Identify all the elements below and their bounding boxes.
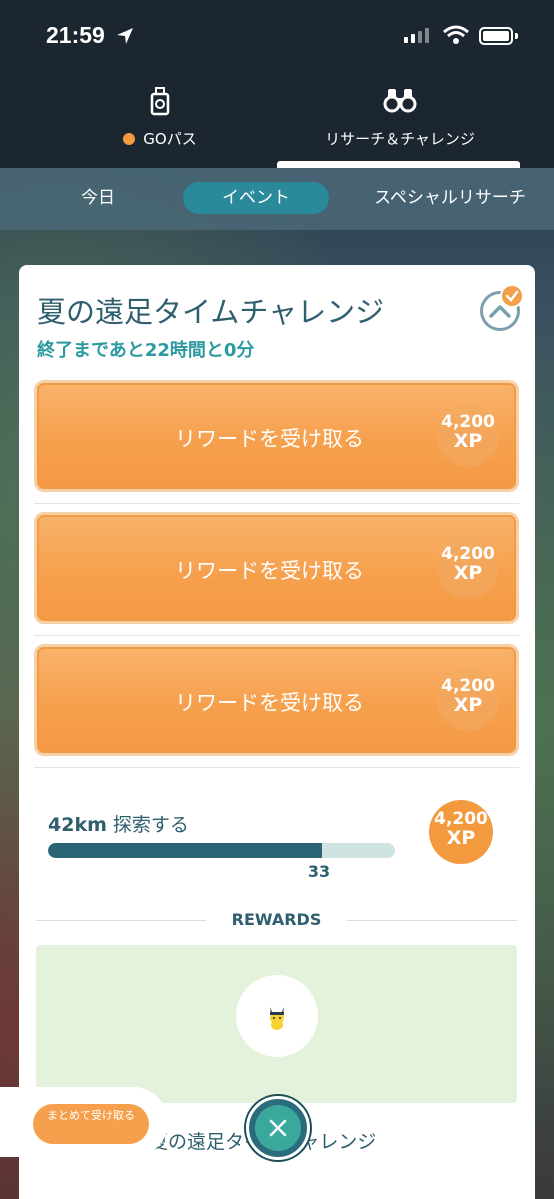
divider [34, 635, 519, 636]
tab-research-label: リサーチ＆チャレンジ [325, 130, 475, 148]
notification-dot [123, 132, 136, 145]
subtab-event[interactable]: イベント [183, 182, 329, 214]
top-bar: 21:59 GOパス リサーチ＆チャレンジ [0, 0, 554, 168]
claim-reward-button[interactable]: リワードを受け取る 4,200 XP [34, 512, 519, 624]
xp-reward-badge: 4,200 XP [437, 405, 499, 467]
claim-reward-button[interactable]: リワードを受け取る 4,200 XP [34, 644, 519, 756]
xp-reward-badge: 4,200 XP [437, 669, 499, 731]
challenge-card: 夏の遠足タイムチャレンジ 終了まであと22時間と0分 リワードを受け取る 4,2… [19, 265, 535, 1177]
sub-tab-bar: 今日 イベント スペシャルリサーチ [0, 168, 554, 230]
reward-item[interactable] [236, 975, 318, 1057]
task-label: 探索する [112, 814, 189, 836]
task-progress-bar [48, 843, 395, 858]
subtab-today[interactable]: 今日 [50, 182, 146, 214]
task-xp-badge: 4,200 XP [429, 800, 493, 864]
completed-check-icon [500, 284, 524, 308]
go-pass-icon [150, 87, 170, 116]
rewards-box [36, 945, 517, 1103]
status-time: 21:59 [46, 22, 105, 48]
wifi-icon [443, 25, 469, 44]
next-card-peek [19, 1163, 535, 1199]
rewards-heading: REWARDS [36, 910, 517, 930]
progress-fill [48, 843, 323, 858]
cellular-signal-icon [404, 28, 429, 43]
binoculars-icon [383, 89, 417, 113]
divider [34, 503, 519, 504]
close-button[interactable] [246, 1096, 310, 1160]
task-description: 42km 探索する [48, 810, 189, 837]
claim-reward-button[interactable]: リワードを受け取る 4,200 XP [34, 380, 519, 492]
subtab-special-research[interactable]: スペシャルリサーチ [360, 182, 540, 214]
tab-research-challenge[interactable]: リサーチ＆チャレンジ [290, 86, 510, 149]
pikachu-reward-icon [270, 1007, 284, 1030]
time-remaining: 終了まであと22時間と0分 [37, 340, 255, 361]
divider [34, 767, 519, 768]
close-icon [269, 1119, 287, 1137]
task-distance: 42km [48, 814, 107, 836]
location-arrow-icon [117, 28, 133, 44]
challenge-title: 夏の遠足タイムチャレンジ [37, 295, 385, 329]
bulk-claim-button[interactable]: まとめて受け取る [33, 1104, 149, 1144]
battery-icon [479, 27, 513, 45]
status-bar: 21:59 [0, 0, 554, 72]
tab-go-pass-label: GOパス [143, 130, 197, 148]
active-tab-indicator [277, 161, 520, 168]
progress-value: 33 [307, 862, 331, 881]
xp-reward-badge: 4,200 XP [437, 537, 499, 599]
tab-go-pass[interactable]: GOパス [80, 86, 240, 149]
